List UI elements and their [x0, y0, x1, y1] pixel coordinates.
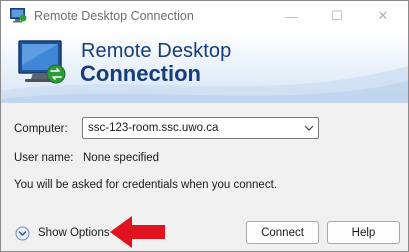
computer-connection-icon — [18, 40, 66, 84]
red-arrow-annotation-icon — [110, 216, 165, 248]
show-options-label: Show Options — [38, 227, 110, 239]
remote-desktop-app-icon — [10, 8, 27, 23]
banner-title-line2: Connection — [80, 61, 201, 86]
minimize-icon: — — [284, 8, 298, 24]
chevron-down-icon[interactable] — [304, 124, 314, 132]
computer-label: Computer: — [14, 123, 68, 135]
maximize-button[interactable]: ☐ — [314, 1, 360, 31]
credentials-notice: You will be asked for credentials when y… — [14, 179, 277, 191]
show-options-toggle[interactable]: Show Options — [15, 224, 110, 242]
window-title: Remote Desktop Connection — [34, 9, 194, 23]
help-button[interactable]: Help — [327, 221, 400, 244]
close-button[interactable]: ✕ — [360, 1, 406, 31]
maximize-icon: ☐ — [331, 8, 343, 23]
username-label: User name: — [14, 152, 74, 164]
minimize-button[interactable]: — — [268, 1, 314, 31]
close-icon: ✕ — [377, 8, 389, 23]
computer-combobox[interactable]: ssc-123-room.ssc.uwo.ca — [82, 117, 319, 139]
username-value: None specified — [83, 152, 160, 164]
expand-options-icon[interactable] — [15, 226, 30, 241]
rdc-window: Remote Desktop Connection — ☐ ✕ Remote D… — [0, 0, 409, 252]
banner-title-line1: Remote Desktop — [81, 40, 232, 62]
title-bar: Remote Desktop Connection — ☐ ✕ — [1, 1, 408, 31]
connect-button[interactable]: Connect — [246, 221, 319, 244]
computer-value[interactable]: ssc-123-room.ssc.uwo.ca — [88, 122, 218, 134]
header-banner: Remote Desktop Connection — [1, 31, 408, 103]
